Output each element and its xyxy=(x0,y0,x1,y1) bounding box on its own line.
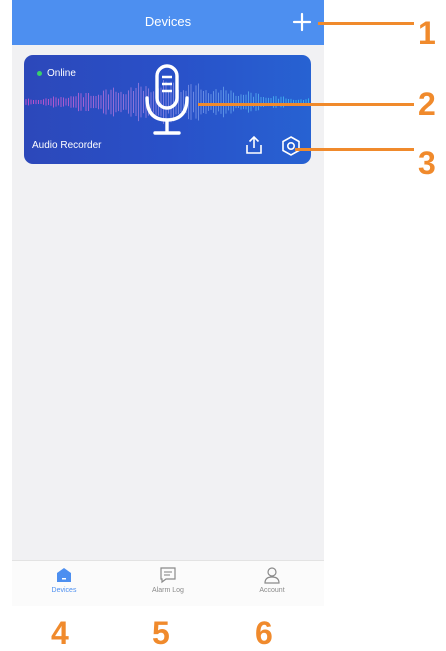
devices-home-icon xyxy=(57,568,71,582)
callout-number-3: 3 xyxy=(418,145,436,181)
settings-hexagon-icon[interactable] xyxy=(280,135,302,157)
status-indicator: Online xyxy=(37,68,76,79)
callout-line-1 xyxy=(318,22,414,25)
device-card[interactable]: Online Audio Recorder xyxy=(24,55,311,164)
callout-number-6: 6 xyxy=(255,615,273,651)
upload-icon[interactable] xyxy=(243,134,265,156)
callout-number-4: 4 xyxy=(51,615,69,651)
online-dot-icon xyxy=(37,71,42,76)
tab-alarm-log[interactable]: Alarm Log xyxy=(116,561,220,606)
tab-account[interactable]: Account xyxy=(220,561,324,606)
callout-line-3 xyxy=(295,148,414,151)
callout-number-5: 5 xyxy=(152,615,170,651)
status-label: Online xyxy=(47,68,76,79)
plus-icon[interactable] xyxy=(289,9,315,35)
page-title: Devices xyxy=(144,14,192,29)
account-user-icon xyxy=(264,567,280,584)
tab-devices[interactable]: Devices xyxy=(12,561,116,606)
tab-label-devices: Devices xyxy=(51,587,77,594)
microphone-icon[interactable] xyxy=(142,62,192,140)
callout-number-1: 1 xyxy=(418,15,436,51)
callout-line-2 xyxy=(198,103,414,106)
callout-number-2: 2 xyxy=(418,86,436,122)
alarm-log-icon xyxy=(160,567,176,584)
tab-label-alarm-log: Alarm Log xyxy=(152,587,184,594)
bottom-tab-bar: Devices Alarm Log Account xyxy=(12,560,324,606)
header-bar: Devices xyxy=(12,0,324,45)
device-name: Audio Recorder xyxy=(32,140,102,151)
app-screen: Devices Online Audio Recorder Devices Al… xyxy=(12,0,324,606)
tab-label-account: Account xyxy=(259,587,285,594)
